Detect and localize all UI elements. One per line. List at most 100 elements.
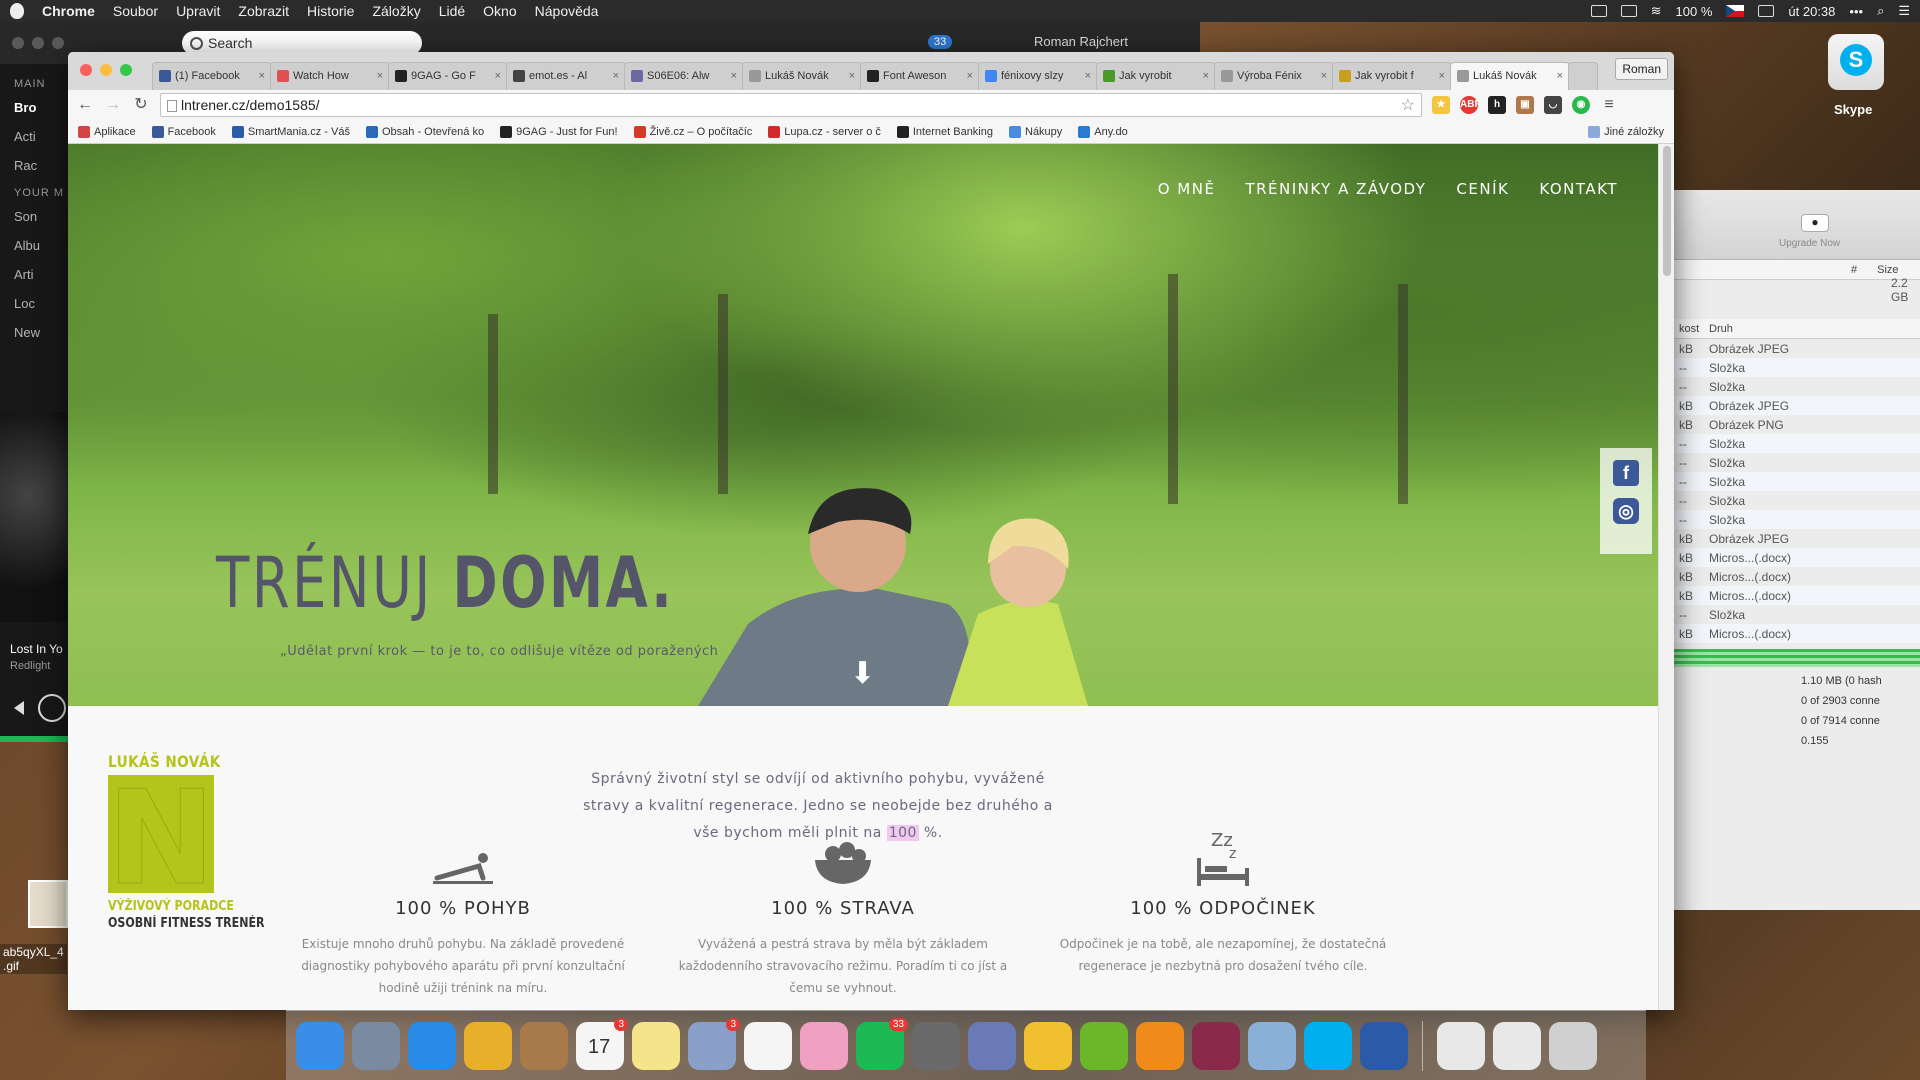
sidebar-item-artists[interactable]: Arti	[14, 267, 70, 282]
browser-tab[interactable]: (1) Facebook ×	[152, 62, 272, 90]
contacts-icon[interactable]	[520, 1021, 568, 1070]
tab-close-icon[interactable]: ×	[495, 70, 501, 82]
airplay-icon[interactable]	[1758, 5, 1775, 17]
battery-status[interactable]: 100 %	[1676, 4, 1713, 19]
sidebar-item-albums[interactable]: Albu	[14, 238, 70, 253]
screen-record-icon[interactable]	[1590, 5, 1607, 17]
sidebar-item-radio[interactable]: Rac	[14, 158, 70, 173]
word-icon[interactable]	[1360, 1021, 1408, 1070]
browser-tab[interactable]: Watch How ×	[270, 62, 390, 90]
file-row[interactable]: -- Složka	[1661, 605, 1920, 624]
tab-close-icon[interactable]: ×	[377, 70, 383, 82]
browser-tab[interactable]: 9GAG - Go F ×	[388, 62, 508, 90]
tab-close-icon[interactable]: ×	[1085, 70, 1091, 82]
bookmark-item[interactable]: Any.do	[1078, 125, 1128, 138]
trash-icon[interactable]	[1549, 1021, 1597, 1070]
file-row[interactable]: -- Složka	[1661, 377, 1920, 396]
file-row[interactable]: -- Složka	[1661, 358, 1920, 377]
finder-icon[interactable]	[296, 1021, 344, 1070]
tab-close-icon[interactable]: ×	[1439, 70, 1445, 82]
profile-button[interactable]: Roman	[1615, 58, 1668, 80]
new-tab-button[interactable]	[1568, 62, 1598, 90]
previous-icon[interactable]	[14, 701, 24, 715]
php-icon[interactable]	[968, 1021, 1016, 1070]
scroll-down-arrow-icon[interactable]: ⬇	[850, 656, 875, 691]
vlc-icon[interactable]	[1136, 1021, 1184, 1070]
progress-bar[interactable]	[0, 736, 70, 742]
sidebar-item-browse[interactable]: Bro	[14, 100, 70, 115]
column-kind[interactable]: Druh	[1701, 323, 1861, 335]
spotify-user[interactable]: Roman Rajchert	[1034, 34, 1128, 49]
file-row[interactable]: kB Obrázek JPEG	[1661, 396, 1920, 415]
notification-center-icon[interactable]: ☰	[1898, 3, 1910, 19]
tab-close-icon[interactable]: ×	[613, 70, 619, 82]
menu-app-name[interactable]: Chrome	[42, 3, 95, 19]
mail-stamp-icon[interactable]: 3	[688, 1017, 740, 1070]
track-artist[interactable]: Redlight	[10, 660, 63, 672]
bookmark-item[interactable]: Nákupy	[1009, 125, 1062, 138]
safari-icon[interactable]	[408, 1021, 456, 1070]
pause-icon[interactable]	[38, 694, 66, 722]
bookmark-item[interactable]: Internet Banking	[896, 125, 993, 138]
file-row[interactable]: kB Obrázek JPEG	[1661, 529, 1920, 548]
file-row[interactable]: kB Micros...(.docx)	[1661, 548, 1920, 567]
album-cover[interactable]	[0, 412, 70, 622]
nav-pricing[interactable]: CENÍK	[1456, 180, 1509, 198]
browser-tab[interactable]: Výroba Fénix ×	[1214, 62, 1334, 90]
menu-item-edit[interactable]: Upravit	[176, 3, 220, 19]
forward-icon[interactable]: →	[104, 96, 122, 114]
bookmark-star-icon[interactable]: ☆	[1401, 95, 1415, 115]
docs-folder-icon[interactable]	[1437, 1021, 1485, 1070]
downloads-icon[interactable]	[1493, 1021, 1541, 1070]
file-row[interactable]: -- Složka	[1661, 491, 1920, 510]
menu-item-window[interactable]: Okno	[483, 3, 516, 19]
browser-tab[interactable]: Font Aweson ×	[860, 62, 980, 90]
tab-close-icon[interactable]: ×	[259, 70, 265, 82]
sidebar-item-songs[interactable]: Son	[14, 209, 70, 224]
toggle-extension-icon[interactable]: ◉	[1572, 96, 1590, 114]
browser-tab[interactable]: Lukáš Novák ×	[742, 62, 862, 90]
browser-tab[interactable]: Lukáš Novák ×	[1450, 62, 1570, 90]
tab-close-icon[interactable]: ×	[1321, 70, 1327, 82]
minimize-icon[interactable]	[32, 37, 44, 49]
file-row[interactable]: kB Obrázek PNG	[1661, 415, 1920, 434]
bookmark-item[interactable]: Aplikace	[78, 125, 136, 138]
desktop-file-label[interactable]: ab5qyXL_4 .gif	[0, 944, 67, 974]
bookmark-item[interactable]: Obsah - Otevřená ko	[365, 125, 484, 138]
clock[interactable]: út 20:38	[1788, 4, 1835, 19]
browser-tab[interactable]: Jak vyrobit f ×	[1332, 62, 1452, 90]
tab-close-icon[interactable]: ×	[1557, 70, 1563, 82]
tab-close-icon[interactable]: ×	[731, 70, 737, 82]
calendar-icon[interactable]: 17 3	[576, 1017, 628, 1070]
size-column-header[interactable]: Size	[1857, 264, 1898, 276]
tab-close-icon[interactable]: ×	[849, 70, 855, 82]
upgrade-link[interactable]: Upgrade Now	[1779, 238, 1840, 249]
bookmark-item[interactable]: Lupa.cz - server o č	[768, 125, 881, 138]
facebook-icon[interactable]: f	[1613, 460, 1639, 486]
nav-about[interactable]: O MNĚ	[1158, 180, 1216, 198]
bookmark-item[interactable]: Facebook	[151, 125, 216, 138]
wallet-extension-icon[interactable]: ▣	[1516, 96, 1534, 114]
menu-icon[interactable]: ≡	[1600, 96, 1618, 114]
file-row[interactable]: kB Obrázek JPEG	[1661, 339, 1920, 358]
utorrent-icon[interactable]	[1080, 1021, 1128, 1070]
menu-item-file[interactable]: Soubor	[113, 3, 158, 19]
skype-icon[interactable]	[1304, 1021, 1352, 1070]
browser-tab[interactable]: S06E06: Alw ×	[624, 62, 744, 90]
apple-icon[interactable]	[10, 3, 24, 19]
new-playlist-button[interactable]: New	[14, 325, 70, 340]
back-icon[interactable]: ←	[76, 96, 94, 114]
menu-item-bookmarks[interactable]: Záložky	[372, 3, 420, 19]
tab-close-icon[interactable]: ×	[967, 70, 973, 82]
sidebar-item-local[interactable]: Loc	[14, 296, 70, 311]
bookmark-item[interactable]: 9GAG - Just for Fun!	[500, 125, 618, 138]
bookmark-item[interactable]: Živě.cz – O počítačíc	[633, 125, 752, 138]
site-logo[interactable]: LUKÁŠ NOVÁK N VÝŽIVOVÝ PORADCE OSOBNÍ FI…	[106, 752, 264, 964]
adblock-icon[interactable]: ABP	[1460, 96, 1481, 114]
system-preferences-icon[interactable]	[912, 1021, 960, 1070]
gif-file-icon[interactable]	[28, 880, 68, 928]
preview-icon[interactable]	[1248, 1021, 1296, 1070]
page-scrollbar[interactable]	[1658, 144, 1674, 1010]
rar-icon[interactable]	[1192, 1021, 1240, 1070]
address-bar[interactable]: lntrener.cz/demo1585/ ☆	[160, 93, 1422, 117]
